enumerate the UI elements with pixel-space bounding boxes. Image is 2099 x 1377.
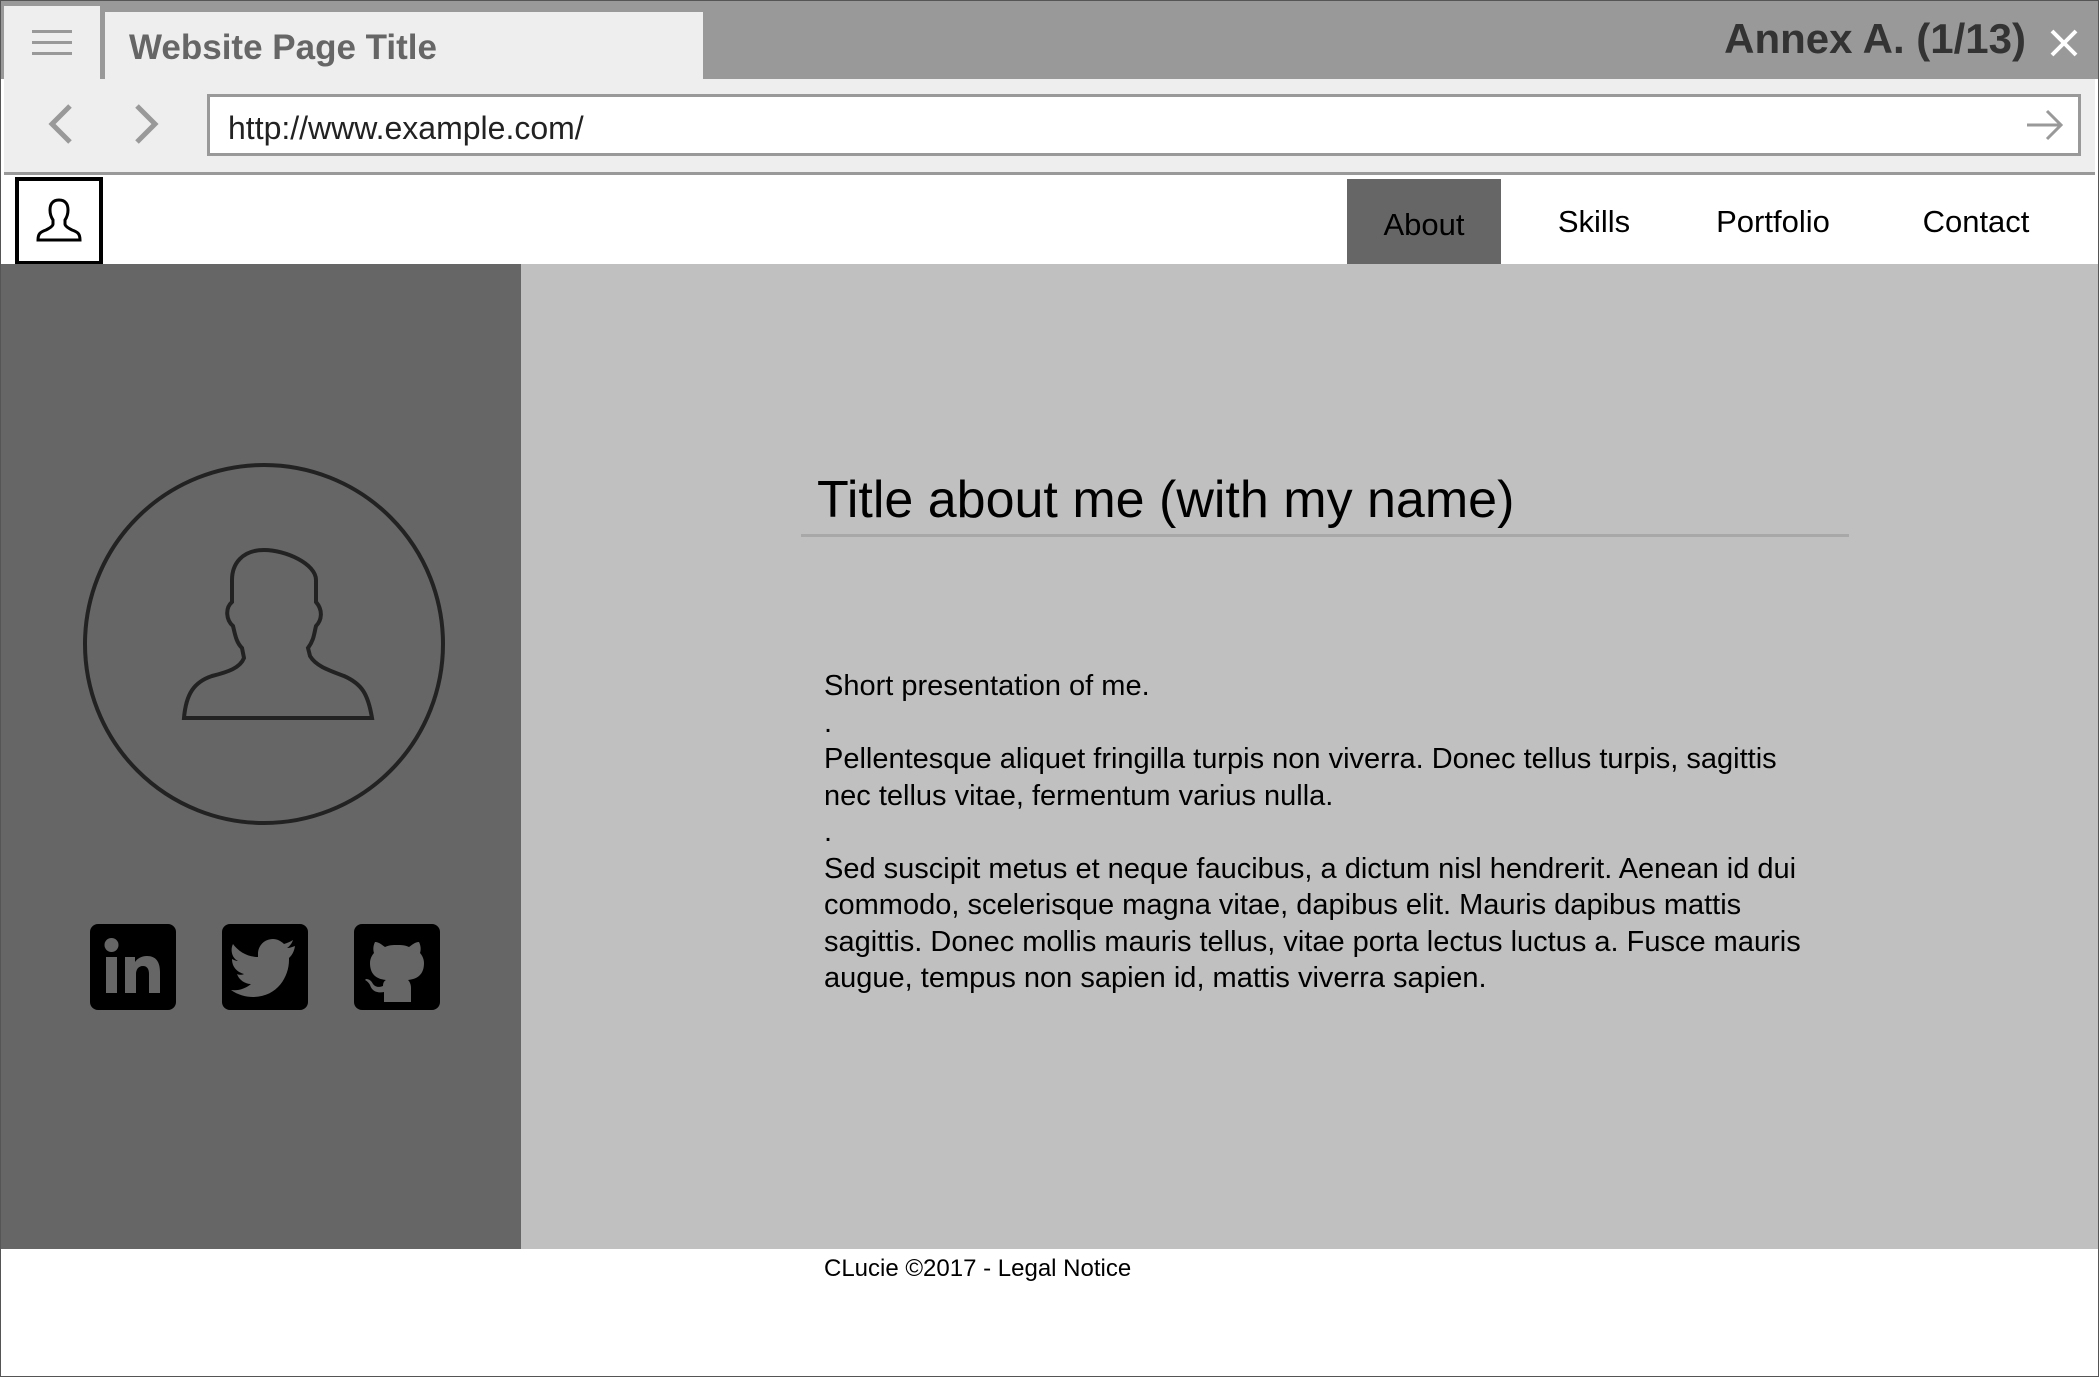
avatar [83, 463, 445, 825]
nav-item-contact[interactable]: Contact [1859, 179, 2093, 264]
forward-button[interactable] [121, 99, 171, 149]
browser-tab[interactable]: Website Page Title [105, 12, 703, 79]
chevron-right-icon [135, 104, 159, 144]
site-header: About Skills Portfolio Contact [1, 175, 2098, 265]
text-line: Sed suscipit metus et neque faucibus, a … [824, 852, 1801, 995]
user-icon [36, 198, 82, 242]
text-line: Short presentation of me. [824, 670, 1150, 702]
url-text: http://www.example.com/ [228, 110, 584, 146]
back-button[interactable] [36, 99, 86, 149]
close-button[interactable] [2044, 23, 2084, 63]
site-nav: About Skills Portfolio Contact [1347, 179, 2093, 264]
linkedin-icon [104, 938, 160, 993]
nav-label: Contact [1922, 203, 2030, 239]
arrow-right-icon [2027, 109, 2064, 141]
footer-legal-link[interactable]: CLucie ©2017 - Legal Notice [824, 1255, 1131, 1283]
social-links [90, 924, 440, 1010]
github-link[interactable] [354, 924, 440, 1010]
site-logo[interactable] [15, 177, 103, 265]
about-text: Short presentation of me. . Pellentesque… [824, 668, 1824, 997]
nav-label: About [1383, 206, 1465, 242]
browser-titlebar: Website Page Title Annex A. (1/13) [1, 1, 2098, 79]
nav-label: Portfolio [1716, 203, 1830, 239]
nav-label: Skills [1557, 203, 1631, 239]
main-content: Title about me (with my name) Short pres… [521, 264, 2098, 1249]
twitter-link[interactable] [222, 924, 308, 1010]
browser-window: Website Page Title Annex A. (1/13) http:… [0, 0, 2099, 1377]
url-input[interactable]: http://www.example.com/ [207, 94, 2081, 156]
chevron-left-icon [48, 104, 72, 144]
annex-label: Annex A. (1/13) [1724, 15, 2026, 62]
nav-item-skills[interactable]: Skills [1501, 179, 1687, 264]
text-line: . [824, 816, 833, 848]
close-icon [2050, 29, 2078, 57]
linkedin-link[interactable] [90, 924, 176, 1010]
browser-navbar: http://www.example.com/ [4, 79, 2095, 175]
title-divider [801, 534, 1849, 537]
nav-item-about[interactable]: About [1347, 179, 1501, 264]
hamburger-menu-button[interactable] [4, 6, 100, 79]
page-title: Title about me (with my name) [817, 471, 1515, 529]
site-footer: CLucie ©2017 - Legal Notice [1, 1249, 2098, 1289]
text-line: . [824, 706, 833, 739]
go-button[interactable] [2024, 105, 2066, 145]
hamburger-icon [32, 29, 72, 55]
tab-title: Website Page Title [129, 28, 437, 67]
profile-sidebar [1, 264, 521, 1249]
nav-item-portfolio[interactable]: Portfolio [1687, 179, 1859, 264]
twitter-icon [231, 939, 295, 997]
text-line: Pellentesque aliquet fringilla turpis no… [824, 743, 1777, 812]
github-icon [365, 942, 424, 1002]
